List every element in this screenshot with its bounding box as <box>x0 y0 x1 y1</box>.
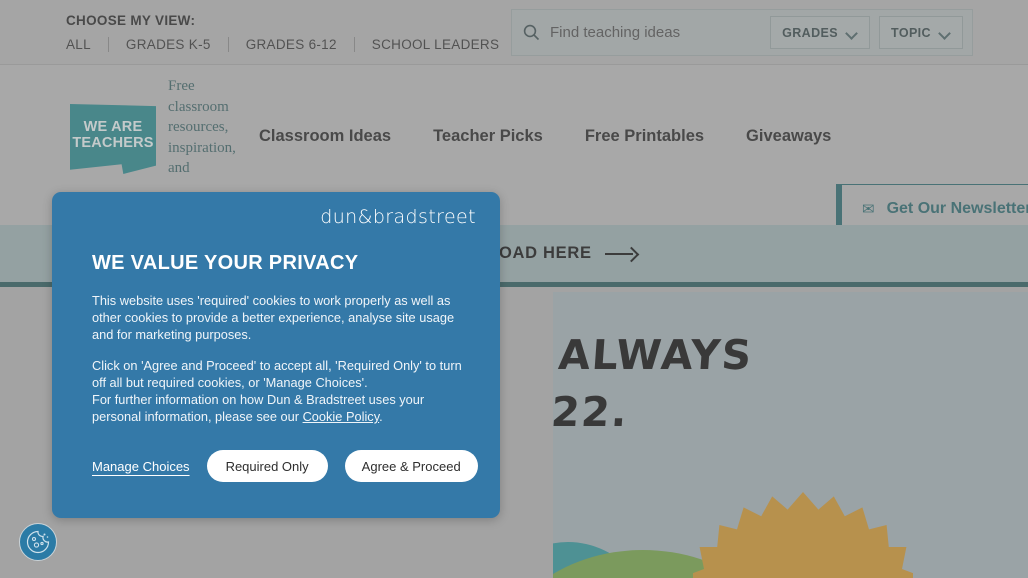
nav-item-free-printables[interactable]: Free Printables <box>564 127 725 146</box>
view-filter-all[interactable]: ALL <box>66 37 108 52</box>
grades-dropdown-label: GRADES <box>782 25 839 40</box>
topic-dropdown-label: TOPIC <box>891 25 931 40</box>
logo-line-2: TEACHERS <box>72 134 154 151</box>
nav-item-teacher-picks[interactable]: Teacher Picks <box>412 127 564 146</box>
sun-illustration <box>693 492 913 578</box>
agree-and-proceed-button[interactable]: Agree & Proceed <box>344 450 478 482</box>
chevron-down-icon <box>940 29 951 36</box>
view-filter-links: ALL GRADES K-5 GRADES 6-12 SCHOOL LEADER… <box>66 37 516 52</box>
view-filter-grades-6-12[interactable]: GRADES 6-12 <box>229 37 354 52</box>
dun-bradstreet-logo: dun&bradstreet <box>320 206 476 228</box>
privacy-settings-button[interactable] <box>19 523 57 561</box>
view-filter-school-leaders[interactable]: SCHOOL LEADERS <box>355 37 517 52</box>
view-filter-grades-k5[interactable]: GRADES K-5 <box>109 37 228 52</box>
primary-nav: Classroom Ideas Teacher Picks Free Print… <box>238 127 852 146</box>
sun-rays-shape <box>693 492 913 578</box>
cookie-privacy-icon <box>26 530 50 554</box>
hero-handwritten-text: IS ALWAYS IL 22. <box>553 327 967 441</box>
utility-bar: CHOOSE MY VIEW: ALL GRADES K-5 GRADES 6-… <box>0 0 1028 65</box>
choose-my-view-group: CHOOSE MY VIEW: ALL GRADES K-5 GRADES 6-… <box>66 13 516 52</box>
get-newsletter-label: Get Our Newsletter <box>886 200 1028 217</box>
choose-my-view-label: CHOOSE MY VIEW: <box>66 13 196 28</box>
envelope-icon: ✉ <box>862 200 875 218</box>
search-bar: GRADES TOPIC <box>511 9 973 56</box>
nav-item-giveaways[interactable]: Giveaways <box>725 127 852 146</box>
cookie-paragraph-2-end: . <box>379 409 383 424</box>
cookie-policy-link[interactable]: Cookie Policy <box>303 409 380 424</box>
search-input[interactable] <box>550 24 771 41</box>
hero-illustration: IS ALWAYS IL 22. <box>553 292 1028 578</box>
hero-line-1: IS ALWAYS <box>553 331 755 379</box>
required-only-button[interactable]: Required Only <box>206 450 328 482</box>
site-logo[interactable]: WE ARE TEACHERS <box>70 104 156 174</box>
search-icon <box>512 24 550 41</box>
arrow-right-icon <box>604 248 639 260</box>
cookie-dialog-actions: Manage Choices Required Only Agree & Pro… <box>92 450 478 482</box>
topic-dropdown[interactable]: TOPIC <box>879 16 963 49</box>
nav-item-classroom-ideas[interactable]: Classroom Ideas <box>238 127 412 146</box>
hero-canvas: IS ALWAYS IL 22. <box>553 292 973 578</box>
manage-choices-button[interactable]: Manage Choices <box>92 453 190 480</box>
hero-line-2: IL 22. <box>553 388 631 436</box>
grades-dropdown[interactable]: GRADES <box>770 16 871 49</box>
logo-text: WE ARE TEACHERS <box>70 119 156 151</box>
logo-line-1: WE ARE <box>83 119 143 135</box>
cookie-dialog-paragraph-1: This website uses 'required' cookies to … <box>92 293 455 342</box>
cookie-paragraph-2-part-1: Click on 'Agree and Proceed' to accept a… <box>92 358 462 390</box>
cookie-dialog-paragraph-2: Click on 'Agree and Proceed' to accept a… <box>92 357 464 425</box>
chevron-down-icon <box>847 29 858 36</box>
cookie-consent-dialog: dun&bradstreet WE VALUE YOUR PRIVACY Thi… <box>52 192 500 518</box>
cookie-dialog-title: WE VALUE YOUR PRIVACY <box>92 252 359 274</box>
